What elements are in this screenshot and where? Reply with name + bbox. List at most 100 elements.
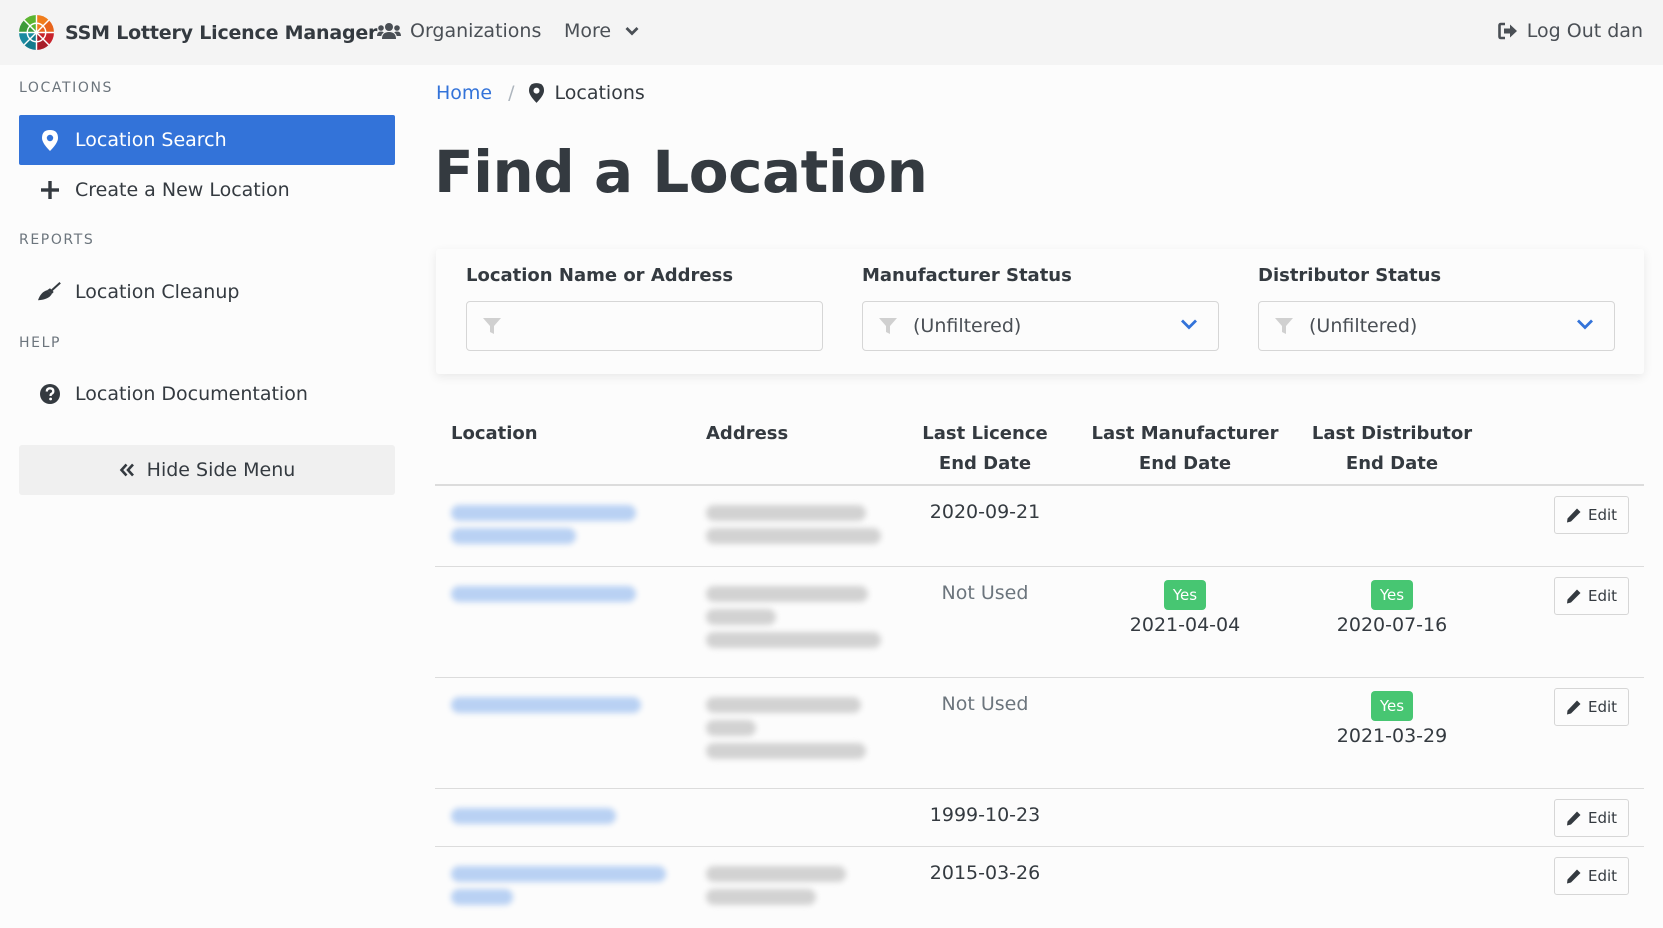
sidebar-item-label: Location Search [75,129,227,151]
status-badge: Yes [1163,580,1207,610]
plus-icon [41,181,59,199]
double-chevron-left-icon [119,463,134,477]
hide-side-menu-label: Hide Side Menu [146,459,296,481]
sidebar-item-location-search[interactable]: Location Search [19,115,395,165]
filter-distributor-status: Distributor Status (Unfiltered) [1258,265,1615,351]
locations-table: Location Address Last Licence End Date L… [435,410,1644,928]
breadcrumb-separator: / [508,82,515,104]
licence-end-date: Not Used [941,582,1029,604]
table-row: Not Used Yes 2021-04-04 Yes 2020-07-16 E… [435,567,1644,678]
header-line: Last Licence [922,423,1048,444]
filter-location-name: Location Name or Address [466,265,823,351]
column-header-distributor[interactable]: Last Distributor End Date [1297,419,1487,479]
table-row: 1999-10-23 Edit [435,789,1644,847]
sidebar-item-location-cleanup[interactable]: Location Cleanup [19,267,395,317]
sidebar-item-label: Create a New Location [75,179,290,201]
sign-out-icon [1497,22,1517,40]
header-line: Last Distributor [1311,423,1473,444]
edit-label: Edit [1587,698,1618,716]
sidebar-heading-help: HELP [19,335,62,351]
status-badge: Yes [1370,580,1414,610]
edit-button[interactable]: Edit [1554,496,1629,534]
address-cell [706,859,886,912]
breadcrumb-home-link[interactable]: Home [436,82,492,104]
map-marker-icon [42,129,58,151]
nav-organizations[interactable]: Organizations [377,20,541,42]
edit-label: Edit [1587,587,1618,605]
breadcrumb: Home / Locations [436,82,645,104]
column-header-location[interactable]: Location [451,419,538,449]
pencil-icon [1566,508,1581,522]
filter-panel: Location Name or Address Manufacturer St… [436,249,1644,374]
header-line: Last Manufacturer [1091,423,1279,444]
manufacturer-status-select[interactable]: (Unfiltered) [862,301,1219,351]
broom-icon [38,282,61,301]
edit-button[interactable]: Edit [1554,688,1629,726]
manufacturer-end-date: 2021-04-04 [1129,614,1241,636]
table-row: 2020-09-21 Edit [435,486,1644,567]
distributor-end-date-cell: Yes 2021-03-29 [1297,690,1487,751]
licence-end-date: 2015-03-26 [929,862,1041,884]
chevron-down-icon [1577,319,1593,330]
address-cell [706,690,886,766]
header-line: End Date [1345,453,1439,474]
filter-manufacturer-status: Manufacturer Status (Unfiltered) [862,265,1219,351]
filter-icon [879,318,897,334]
filter-icon [483,318,501,334]
chevron-down-icon [625,27,639,36]
users-icon [377,23,401,39]
address-cell [706,498,886,551]
sidebar-heading-locations: LOCATIONS [19,80,114,96]
brand[interactable]: SSM Lottery Licence Manager [18,14,377,51]
distributor-end-date: 2021-03-29 [1336,725,1448,747]
location-name-input-wrapper[interactable] [466,301,823,351]
status-badge: Yes [1370,691,1414,721]
nav-more-dropdown[interactable]: More [564,20,648,42]
nav-more-label: More [564,20,612,42]
filter-icon [1275,318,1293,334]
hide-side-menu-button[interactable]: Hide Side Menu [19,445,395,495]
location-link[interactable] [451,498,641,551]
location-link[interactable] [451,579,641,609]
filter-label: Distributor Status [1258,265,1442,286]
header-line: End Date [1138,453,1232,474]
filter-label: Location Name or Address [466,265,734,286]
chevron-down-icon [1181,319,1197,330]
select-value: (Unfiltered) [1309,315,1418,337]
location-name-input[interactable] [511,302,822,350]
sidebar-heading-reports: REPORTS [19,232,95,248]
map-marker-icon [528,83,544,103]
pencil-icon [1566,811,1581,825]
page-title: Find a Location [434,138,928,206]
column-header-manufacturer[interactable]: Last Manufacturer End Date [1085,419,1285,479]
licence-end-date: 1999-10-23 [929,804,1041,826]
pencil-icon [1566,869,1581,883]
logout-link[interactable]: Log Out dan [1497,20,1643,42]
distributor-end-date: 2020-07-16 [1336,614,1448,636]
sidebar-item-label: Location Documentation [75,383,308,405]
app-logo-icon [19,15,54,50]
column-header-address[interactable]: Address [706,419,788,449]
table-header: Location Address Last Licence End Date L… [435,410,1644,486]
pencil-icon [1566,700,1581,714]
manufacturer-end-date-cell: Yes 2021-04-04 [1085,579,1285,640]
distributor-status-select[interactable]: (Unfiltered) [1258,301,1615,351]
edit-label: Edit [1587,809,1618,827]
breadcrumb-current-label: Locations [554,82,645,104]
location-link[interactable] [451,801,631,831]
filter-label: Manufacturer Status [862,265,1072,286]
location-link[interactable] [451,859,671,912]
distributor-end-date-cell: Yes 2020-07-16 [1297,579,1487,640]
sidebar-item-create-location[interactable]: Create a New Location [19,165,395,215]
nav-organizations-label: Organizations [410,20,542,42]
table-row: Not Used Yes 2021-03-29 Edit [435,678,1644,789]
edit-button[interactable]: Edit [1554,799,1629,837]
column-header-licence[interactable]: Last Licence End Date [915,419,1055,479]
location-link[interactable] [451,690,651,720]
top-navbar: SSM Lottery Licence Manager Organization… [0,0,1663,65]
edit-button[interactable]: Edit [1554,857,1629,895]
edit-button[interactable]: Edit [1554,577,1629,615]
licence-end-date: 2020-09-21 [929,501,1041,523]
sidebar-item-location-documentation[interactable]: Location Documentation [19,369,395,419]
header-line: End Date [938,453,1032,474]
